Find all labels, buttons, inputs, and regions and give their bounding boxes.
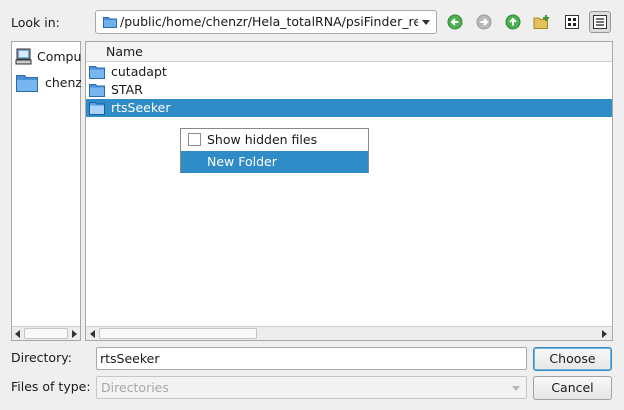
scroll-right-icon[interactable] bbox=[602, 330, 607, 338]
column-header-label: Name bbox=[106, 44, 143, 59]
file-list: Name cutadapt STAR rtsSeeker bbox=[85, 41, 613, 341]
directory-label: Directory: bbox=[11, 350, 72, 365]
menu-item-label: Show hidden files bbox=[207, 132, 318, 147]
menu-item-new-folder[interactable]: New Folder bbox=[181, 151, 368, 173]
scroll-left-icon[interactable] bbox=[90, 330, 95, 338]
choose-button[interactable]: Choose bbox=[533, 347, 612, 371]
detail-list-icon bbox=[593, 15, 607, 29]
files-of-type-label: Files of type: bbox=[11, 379, 91, 394]
scroll-thumb[interactable] bbox=[99, 328, 257, 339]
look-in-label: Look in: bbox=[11, 15, 60, 30]
file-name: rtsSeeker bbox=[111, 100, 171, 115]
chevron-down-icon bbox=[422, 20, 430, 25]
file-name: cutadapt bbox=[111, 64, 167, 79]
back-button[interactable] bbox=[444, 11, 466, 33]
computer-icon bbox=[15, 48, 33, 67]
files-of-type-value: Directories bbox=[101, 380, 169, 395]
files-of-type-combobox[interactable]: Directories bbox=[96, 376, 527, 399]
scroll-right-icon[interactable] bbox=[72, 330, 77, 338]
arrow-left-icon bbox=[447, 14, 463, 30]
folder-icon bbox=[16, 74, 38, 93]
new-folder-icon bbox=[533, 15, 549, 29]
sidebar-item-chenzr[interactable]: chenzr bbox=[15, 73, 81, 93]
arrow-right-icon bbox=[476, 14, 492, 30]
folder-icon bbox=[89, 83, 105, 100]
path-combobox[interactable]: /public/home/chenzr/Hela_totalRNA/psiFin… bbox=[95, 10, 437, 34]
cancel-button[interactable]: Cancel bbox=[533, 376, 612, 400]
sidebar-item-label: Computer bbox=[37, 49, 81, 64]
scroll-left-icon[interactable] bbox=[15, 330, 20, 338]
path-text: /public/home/chenzr/Hela_totalRNA/psiFin… bbox=[120, 14, 418, 29]
folder-icon bbox=[103, 16, 117, 31]
chevron-down-icon bbox=[512, 386, 520, 391]
sidebar-item-label: chenzr bbox=[45, 75, 81, 90]
sidebar-item-computer[interactable]: Computer bbox=[15, 47, 81, 67]
grid-icon bbox=[565, 15, 579, 29]
list-view-button[interactable] bbox=[561, 11, 583, 33]
scroll-thumb[interactable] bbox=[24, 328, 68, 339]
column-header-name[interactable]: Name bbox=[86, 42, 612, 62]
file-row-selected[interactable]: rtsSeeker bbox=[86, 99, 612, 117]
sidebar: Computer chenzr bbox=[11, 41, 81, 341]
new-folder-button[interactable] bbox=[531, 11, 553, 33]
file-name: STAR bbox=[111, 82, 143, 97]
folder-icon bbox=[89, 65, 105, 82]
directory-input[interactable] bbox=[96, 347, 527, 370]
checkbox[interactable] bbox=[188, 133, 201, 146]
forward-button[interactable] bbox=[473, 11, 495, 33]
file-row[interactable]: STAR bbox=[86, 81, 612, 99]
menu-item-show-hidden-files[interactable]: Show hidden files bbox=[181, 129, 368, 151]
arrow-up-icon bbox=[505, 14, 521, 30]
file-list-scrollbar[interactable] bbox=[86, 326, 612, 340]
file-row[interactable]: cutadapt bbox=[86, 63, 612, 81]
folder-icon bbox=[89, 101, 105, 118]
menu-item-label: New Folder bbox=[207, 154, 277, 169]
sidebar-scrollbar[interactable] bbox=[12, 326, 80, 340]
context-menu: Show hidden files New Folder bbox=[180, 128, 369, 173]
detail-view-button[interactable] bbox=[589, 11, 611, 33]
parent-dir-button[interactable] bbox=[502, 11, 524, 33]
